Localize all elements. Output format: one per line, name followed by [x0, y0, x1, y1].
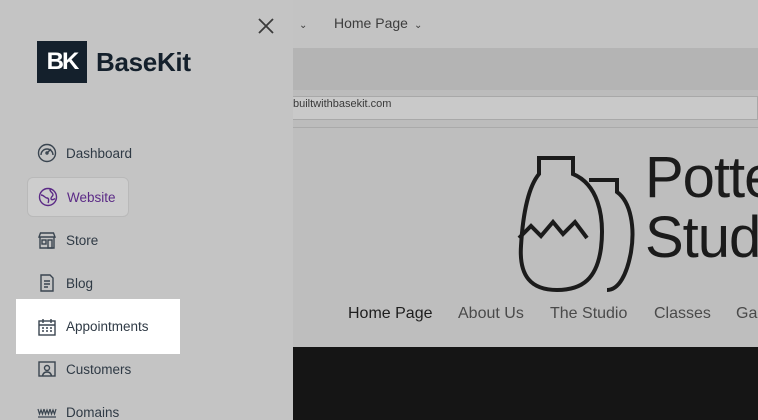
- nav-label-dashboard: Dashboard: [66, 145, 133, 161]
- site-nav-home[interactable]: Home Page: [348, 305, 433, 323]
- nav-item-appointments[interactable]: Appointments: [16, 299, 180, 354]
- site-nav-classes[interactable]: Classes: [654, 305, 711, 323]
- navigation-drawer: BK BaseKit Dashboard Website Store Blog …: [0, 0, 293, 420]
- nav-item-customers[interactable]: Customers: [27, 349, 143, 389]
- dashboard-icon: [37, 143, 57, 163]
- pottery-logo-icon: [517, 156, 635, 292]
- preview-url: builtwithbasekit.com: [293, 98, 392, 110]
- calendar-icon: [37, 317, 57, 337]
- nav-label-domains: Domains: [66, 404, 120, 420]
- close-icon[interactable]: [254, 14, 278, 38]
- nav-item-dashboard[interactable]: Dashboard: [27, 133, 144, 173]
- site-nav-gallery[interactable]: Ga: [736, 305, 757, 323]
- site-nav-studio[interactable]: The Studio: [550, 305, 627, 323]
- nav-label-store: Store: [66, 232, 99, 248]
- nav-label-website: Website: [67, 189, 116, 205]
- topbar-dropdown-1[interactable]: ⌄: [293, 15, 307, 31]
- page-select-label: Home Page: [334, 15, 408, 31]
- nav-item-blog[interactable]: Blog: [27, 263, 105, 303]
- blog-icon: [37, 273, 57, 293]
- site-nav-about[interactable]: About Us: [458, 305, 524, 323]
- chevron-down-icon: ⌄: [299, 20, 308, 31]
- www-icon: [37, 402, 57, 420]
- globe-icon: [38, 187, 58, 207]
- brand-mark: BK: [37, 41, 87, 83]
- nav-label-appointments: Appointments: [66, 319, 149, 334]
- store-icon: [37, 230, 57, 250]
- nav-item-store[interactable]: Store: [27, 220, 110, 260]
- site-hero-image: [293, 347, 758, 420]
- page-select-dropdown[interactable]: Home Page ⌄: [334, 15, 422, 31]
- nav-item-website[interactable]: Website: [27, 177, 129, 217]
- site-logo-text: Potte Stud: [645, 145, 758, 270]
- brand-name: BaseKit: [96, 46, 191, 77]
- chevron-down-icon: ⌄: [413, 20, 423, 31]
- nav-label-blog: Blog: [66, 275, 94, 291]
- nav-item-domains[interactable]: Domains: [27, 392, 131, 420]
- brand-logo[interactable]: BK BaseKit: [37, 41, 191, 83]
- customers-icon: [37, 359, 57, 379]
- nav-label-customers: Customers: [66, 361, 132, 377]
